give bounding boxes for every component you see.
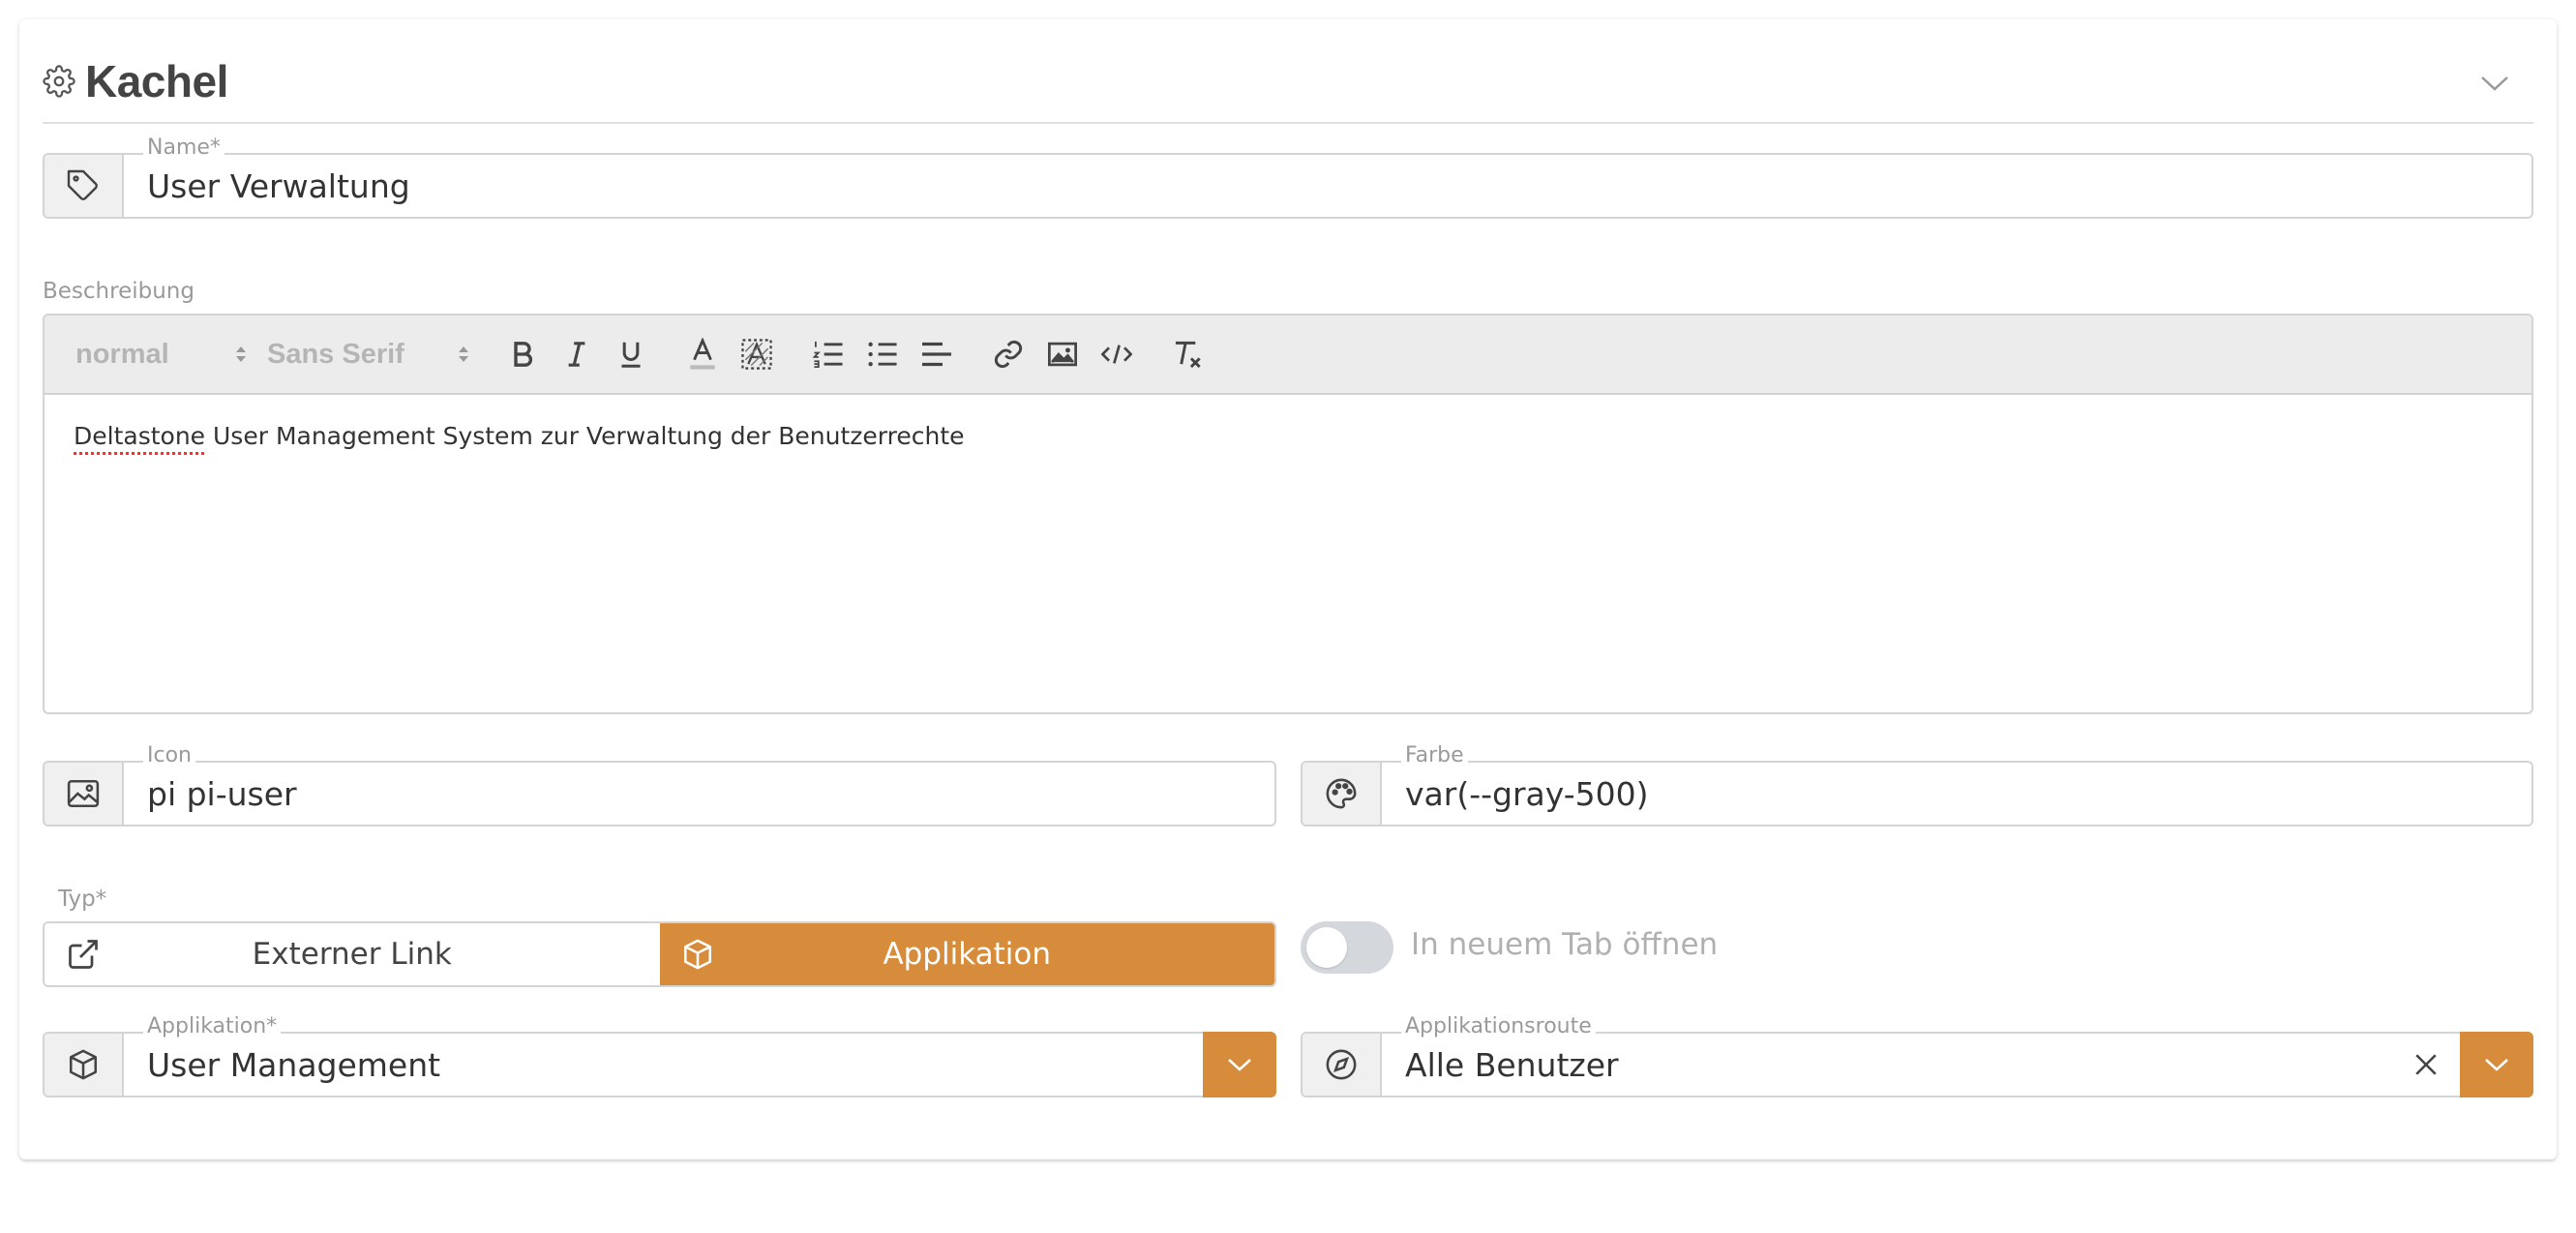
collapse-button[interactable] <box>2473 62 2516 105</box>
palette-icon <box>1326 778 1357 809</box>
link-icon <box>994 340 1023 369</box>
align-button[interactable] <box>915 333 958 376</box>
name-input-group: Name* User Verwaltung <box>43 135 2533 219</box>
close-icon <box>2415 1054 2437 1075</box>
image-icon <box>1048 342 1077 367</box>
icon-field[interactable]: Icon pi pi-user <box>124 743 1274 825</box>
type-option-external-link[interactable]: Externer Link <box>45 923 660 985</box>
compass-icon <box>1326 1049 1357 1080</box>
type-option-application[interactable]: Applikation <box>659 923 1274 985</box>
bullet-list-icon <box>868 342 897 367</box>
chevron-down-icon <box>2485 1059 2508 1071</box>
tag-icon-addon <box>45 155 124 217</box>
description-label: Beschreibung <box>43 279 195 304</box>
box-icon <box>69 1049 98 1080</box>
color-input-group: Farbe var(--gray-500) <box>1301 743 2533 827</box>
font-select-value: Sans Serif <box>267 338 404 370</box>
palette-icon-addon <box>1303 763 1382 825</box>
panel-title: Kachel <box>85 56 228 106</box>
gear-icon <box>43 65 75 98</box>
name-label: Name* <box>143 135 225 161</box>
image-icon <box>67 779 100 808</box>
route-dropdown-trigger[interactable] <box>2460 1032 2533 1098</box>
italic-button[interactable] <box>555 333 598 376</box>
editor-toolbar: normal Sans Serif <box>45 316 2531 395</box>
image-button[interactable] <box>1041 333 1084 376</box>
application-dropdown-trigger[interactable] <box>1203 1032 1276 1098</box>
ordered-list-button[interactable] <box>807 333 850 376</box>
color-label: Farbe <box>1401 743 1468 768</box>
application-value: User Management <box>147 1045 441 1084</box>
name-value: User Verwaltung <box>147 166 410 205</box>
switch-knob <box>1306 927 1347 968</box>
description-editor: normal Sans Serif Deltastone User Manage… <box>43 314 2533 714</box>
new-tab-switch[interactable] <box>1301 921 1393 974</box>
background-color-button[interactable] <box>735 333 778 376</box>
bullet-list-button[interactable] <box>861 333 904 376</box>
box-icon <box>683 939 711 970</box>
link-button[interactable] <box>987 333 1030 376</box>
clear-format-icon <box>1175 341 1201 369</box>
application-field[interactable]: Applikation* User Management <box>124 1014 1203 1096</box>
text-color-icon <box>690 338 715 370</box>
code-block-button[interactable] <box>1095 333 1138 376</box>
select-arrows-icon <box>459 346 468 362</box>
clear-format-button[interactable] <box>1167 333 1210 376</box>
size-select-value: normal <box>75 338 169 370</box>
font-select[interactable]: Sans Serif <box>267 339 495 371</box>
italic-icon <box>568 342 585 367</box>
new-tab-label: In neuem Tab öffnen <box>1411 927 1719 962</box>
type-label: Typ* <box>58 887 107 912</box>
icon-label: Icon <box>143 743 195 768</box>
description-content[interactable]: Deltastone User Management System zur Ve… <box>45 395 2531 477</box>
bold-button[interactable] <box>501 333 544 376</box>
icon-input-group: Icon pi pi-user <box>43 743 1276 827</box>
compass-icon-addon <box>1303 1034 1382 1096</box>
misspelled-word: Deltastone <box>74 422 206 450</box>
application-dropdown: Applikation* User Management <box>43 1014 1276 1098</box>
panel-header: Kachel <box>43 50 228 112</box>
ordered-list-icon <box>813 341 843 368</box>
image-icon-addon <box>45 763 124 825</box>
align-left-icon <box>922 342 951 367</box>
name-field[interactable]: Name* User Verwaltung <box>124 135 2531 217</box>
underline-button[interactable] <box>610 333 652 376</box>
route-field[interactable]: Applikationsroute Alle Benutzer <box>1382 1014 2392 1096</box>
route-value: Alle Benutzer <box>1405 1045 1619 1084</box>
description-text: User Management System zur Verwaltung de… <box>205 422 965 450</box>
route-label: Applikationsroute <box>1401 1014 1596 1039</box>
select-arrows-icon <box>236 346 246 362</box>
size-select[interactable]: normal <box>75 339 267 371</box>
underline-icon <box>621 342 641 368</box>
bold-icon <box>514 342 532 367</box>
application-label: Applikation* <box>143 1014 282 1039</box>
tag-icon <box>67 169 98 200</box>
icon-value: pi pi-user <box>147 774 297 813</box>
chevron-down-icon <box>2481 76 2508 91</box>
external-link-icon <box>69 940 98 969</box>
background-color-icon <box>741 339 772 370</box>
chevron-down-icon <box>1228 1059 1251 1071</box>
type-option-external-link-label: Externer Link <box>252 937 452 972</box>
type-selectbutton: Externer Link Applikation <box>43 921 1276 987</box>
header-divider <box>43 122 2533 124</box>
box-icon-addon <box>45 1034 124 1096</box>
color-field[interactable]: Farbe var(--gray-500) <box>1382 743 2531 825</box>
type-option-application-label: Applikation <box>883 937 1052 972</box>
route-clear-button[interactable] <box>2392 1034 2460 1096</box>
code-icon <box>1101 345 1132 364</box>
text-color-button[interactable] <box>681 333 724 376</box>
route-dropdown: Applikationsroute Alle Benutzer <box>1301 1014 2533 1098</box>
color-value: var(--gray-500) <box>1405 774 1649 813</box>
